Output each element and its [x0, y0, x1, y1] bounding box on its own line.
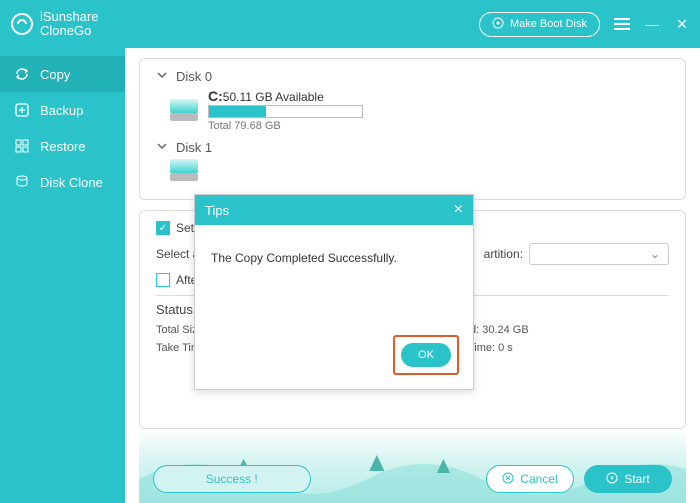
drive-icon [170, 99, 198, 121]
remaining-value: 0 s [498, 342, 513, 354]
success-label: Success ! [206, 472, 258, 486]
sidebar: Copy Backup Restore Disk Clone [0, 48, 125, 503]
dialog-message: The Copy Completed Successfully. [211, 251, 397, 265]
drive-icon [170, 159, 198, 181]
partition-c-usage-bar [208, 105, 363, 118]
dialog-close-button[interactable]: × [454, 201, 463, 219]
minimize-button[interactable]: — [644, 16, 660, 32]
disks-panel: Disk 0 C:50.11 GB Available Total 79.68 … [139, 58, 686, 200]
menu-button[interactable] [614, 18, 630, 30]
start-button[interactable]: Start [584, 465, 672, 493]
disk1-title: Disk 1 [176, 140, 212, 155]
partition-c-row[interactable]: C:50.11 GB Available Total 79.68 GB [170, 88, 669, 132]
select-target-label-suffix: artition: [484, 247, 523, 261]
disk1-header[interactable]: Disk 1 [156, 140, 669, 155]
app-name-line2: CloneGo [40, 24, 99, 38]
make-boot-disk-label: Make Boot Disk [510, 18, 587, 30]
sidebar-item-restore[interactable]: Restore [0, 128, 125, 164]
footer-bar: Success ! Cancel Start [139, 429, 686, 503]
copy-icon [14, 66, 30, 82]
partition-d1-row[interactable] [170, 159, 669, 181]
close-button[interactable]: ✕ [674, 16, 690, 33]
cancel-label: Cancel [520, 472, 557, 486]
ok-label: OK [418, 349, 434, 361]
dialog-ok-button[interactable]: OK [401, 343, 451, 367]
sidebar-item-label: Backup [40, 103, 83, 118]
disk0-title: Disk 0 [176, 69, 212, 84]
titlebar: iSunshare CloneGo Make Boot Disk — ✕ [0, 0, 700, 48]
sidebar-item-disk-clone[interactable]: Disk Clone [0, 164, 125, 200]
start-label: Start [624, 472, 649, 486]
target-partition-dropdown[interactable]: ⌄ [529, 243, 669, 265]
shutdown-after-checkbox[interactable] [156, 273, 170, 287]
sidebar-item-backup[interactable]: Backup [0, 92, 125, 128]
have-copied-value: 30.24 GB [482, 324, 528, 336]
select-target-label-prefix: Select a [156, 247, 199, 261]
sidebar-item-label: Copy [40, 67, 70, 82]
progress-success-bar: Success ! [153, 465, 311, 493]
partition-c-title: C:50.11 GB Available [208, 88, 363, 104]
make-boot-disk-button[interactable]: Make Boot Disk [479, 12, 600, 37]
ok-highlight-box: OK [393, 335, 459, 375]
app-logo: iSunshare CloneGo [10, 10, 99, 38]
play-icon [606, 472, 618, 487]
restore-icon [14, 138, 30, 154]
dialog-title: Tips [205, 203, 229, 218]
backup-icon [14, 102, 30, 118]
partition-c-total: Total 79.68 GB [208, 120, 363, 132]
sidebar-item-copy[interactable]: Copy [0, 56, 125, 92]
app-name-line1: iSunshare [40, 10, 99, 24]
cancel-button[interactable]: Cancel [486, 465, 574, 493]
cancel-icon [502, 472, 514, 487]
tips-dialog: Tips × The Copy Completed Successfully. … [194, 194, 474, 390]
app-logo-icon [10, 12, 34, 36]
disk0-header[interactable]: Disk 0 [156, 69, 669, 84]
disc-icon [492, 17, 504, 32]
sidebar-item-label: Restore [40, 139, 86, 154]
chevron-down-icon: ⌄ [650, 247, 660, 261]
chevron-down-icon [156, 69, 168, 84]
sidebar-item-label: Disk Clone [40, 175, 103, 190]
chevron-down-icon [156, 140, 168, 155]
set-boot-checkbox[interactable]: ✓ [156, 221, 170, 235]
disk-clone-icon [14, 174, 30, 190]
